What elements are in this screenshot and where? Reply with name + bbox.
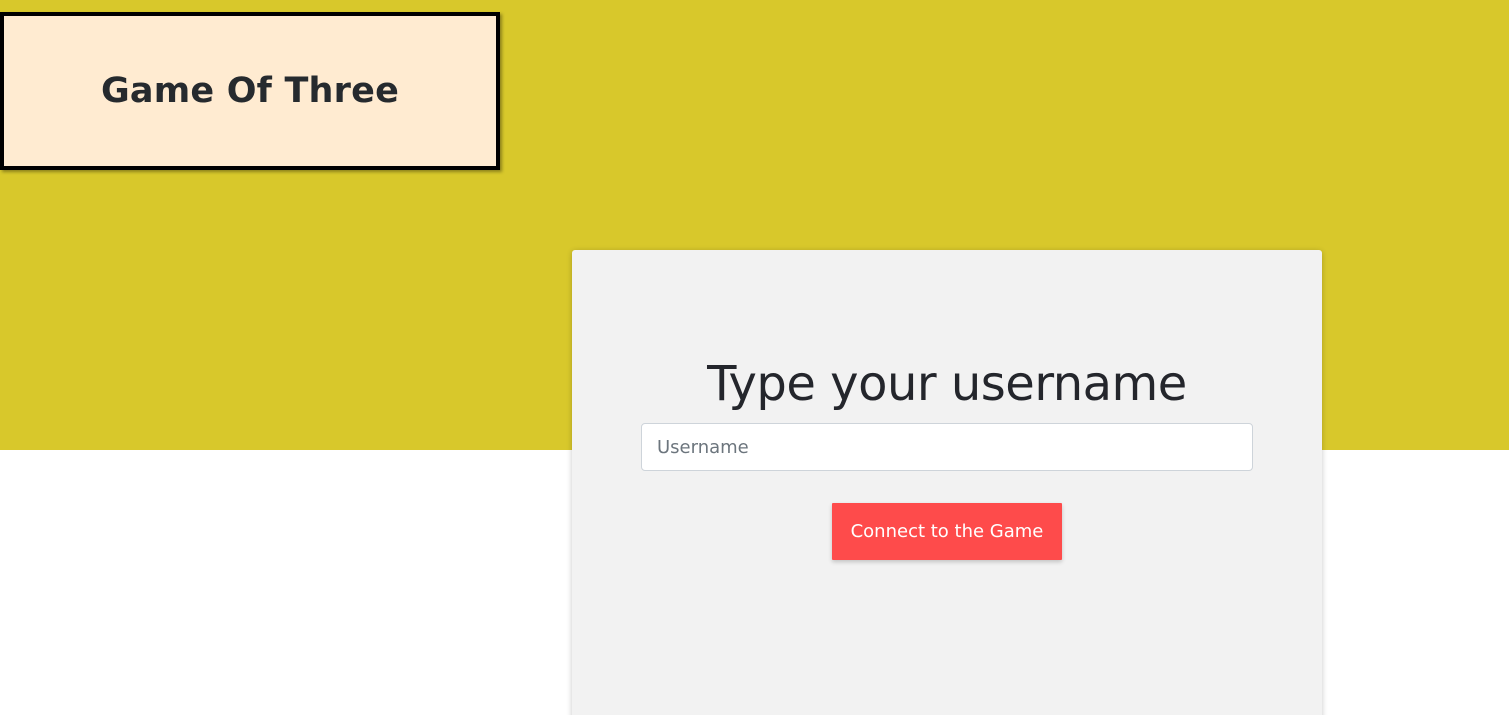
username-input[interactable] — [641, 423, 1253, 471]
app-title: Game Of Three — [100, 71, 400, 111]
page: Game Of Three Type your username Connect… — [0, 0, 1509, 715]
login-card: Type your username Connect to the Game — [572, 250, 1322, 715]
logo-box: Game Of Three — [0, 12, 500, 170]
login-heading: Type your username — [707, 356, 1187, 412]
connect-button[interactable]: Connect to the Game — [832, 503, 1062, 560]
